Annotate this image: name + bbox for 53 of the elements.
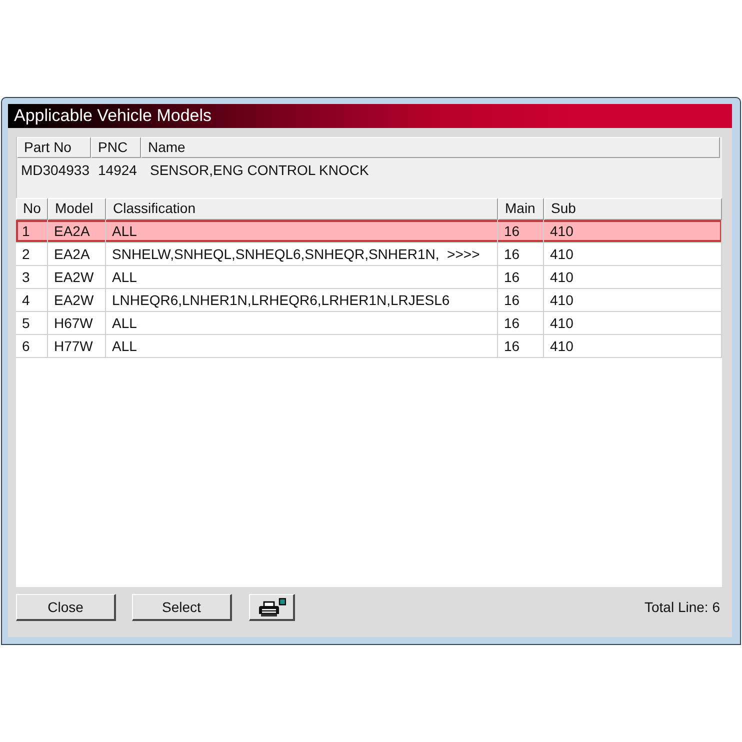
table-cell: EA2A [48,243,106,265]
column-header[interactable]: No [16,198,48,220]
table-cell: ALL [106,220,498,242]
table-row[interactable]: 3 EA2W ALL 16 410 [16,266,722,289]
table-cell: 410 [544,312,722,334]
part-field: SENSOR,ENG CONTROL KNOCK [141,159,720,181]
table-cell: 16 [498,243,544,265]
table-cell: ALL [106,266,498,288]
table-cell: 3 [16,266,48,288]
window-title: Applicable Vehicle Models [14,106,212,126]
table-cell: ALL [106,312,498,334]
total-line-label: Total Line: 6 [644,598,721,616]
table-cell: 16 [498,220,544,242]
table-cell: 410 [544,243,722,265]
table-cell: 1 [16,220,48,242]
table-row[interactable]: 1 EA2A ALL 16 410 [16,220,722,243]
table-cell: H77W [48,335,106,357]
table-cell: 5 [16,312,48,334]
table-cell: 410 [544,266,722,288]
table-cell: 410 [544,220,722,242]
column-header[interactable]: Model [48,198,106,220]
table-cell: 410 [544,335,722,357]
table-row[interactable]: 4 EA2W LNHEQR6,LNHER1N,LRHEQR6,LRHER1N,LRJESL6 16 410 [16,289,722,312]
table-row[interactable]: 6 H77W ALL 16 410 [16,335,722,358]
table-row[interactable]: 2 EA2A SNHELW,SNHEQL,SNHEQL6,SNHEQR,SNHER1N, >>>> 16 410 [16,243,722,266]
table-row[interactable]: 5 H67W ALL 16 410 [16,312,722,335]
column-header: Name [141,137,720,158]
table-cell: SNHELW,SNHEQL,SNHEQL6,SNHEQR,SNHER1N, >>>> [106,243,498,265]
column-header: Part No [17,137,91,158]
action-button[interactable]: Select [132,594,232,621]
table-cell: EA2A [48,220,106,242]
table-cell: 4 [16,289,48,311]
table-cell: EA2W [48,266,106,288]
part-field: MD304933 [17,159,91,181]
column-header[interactable]: Classification [106,198,498,220]
column-header[interactable]: Main [498,198,544,220]
table-cell: 16 [498,335,544,357]
column-header: PNC [91,137,141,158]
table-cell: LNHEQR6,LNHER1N,LRHEQR6,LRHER1N,LRJESL6 [106,289,498,311]
table-cell: 2 [16,243,48,265]
action-button[interactable]: Close [16,594,116,621]
table-cell: 16 [498,266,544,288]
table-cell: EA2W [48,289,106,311]
table-cell: 16 [498,312,544,334]
table-cell: ALL [106,335,498,357]
part-field: 14924 [91,159,141,181]
table-cell: H67W [48,312,106,334]
table-cell: 16 [498,289,544,311]
column-header[interactable]: Sub [544,198,722,220]
printer-icon [258,598,286,616]
table-cell: 410 [544,289,722,311]
print-button[interactable] [249,594,295,621]
table-cell: 6 [16,335,48,357]
